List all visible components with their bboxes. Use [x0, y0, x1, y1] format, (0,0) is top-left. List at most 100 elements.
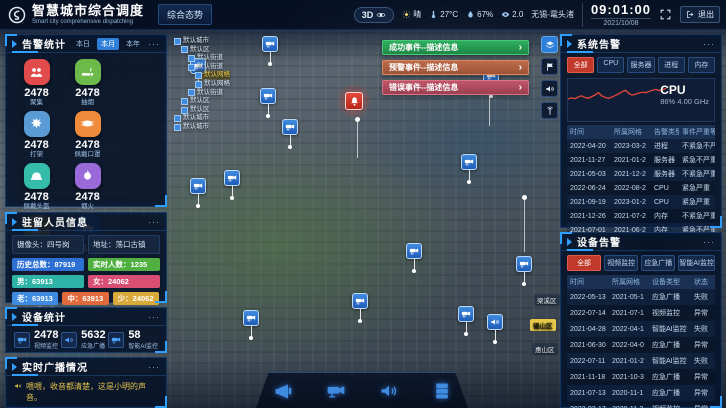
- district-label[interactable]: 梁溪区: [534, 294, 560, 306]
- layer-tree-item[interactable]: 默认街道: [188, 89, 230, 98]
- rail-button[interactable]: [541, 36, 558, 53]
- more-button[interactable]: ···: [148, 362, 160, 372]
- toolbar-button[interactable]: [376, 378, 402, 404]
- system-alarm-row[interactable]: 2021-05-03 2021-12-2 服务器 不紧急严重: [567, 167, 715, 181]
- layer-tree-item[interactable]: 默认区: [181, 97, 230, 106]
- humidity-value: 67%: [477, 10, 493, 19]
- alarm-tile[interactable]: 2478 抽烟: [65, 59, 110, 107]
- map-tool-rail: [541, 36, 558, 119]
- personnel-source-row: 摄像头：四号岗 地址：荡口古镇: [6, 231, 166, 254]
- device-stat[interactable]: 2478 视频监控: [14, 330, 58, 350]
- device-alarm-tab[interactable]: 全部: [567, 255, 601, 271]
- map-marker[interactable]: [406, 243, 422, 273]
- map-marker[interactable]: [224, 170, 240, 200]
- map-marker[interactable]: [260, 88, 276, 118]
- event-toast[interactable]: 预警事件--描述信息 ›: [382, 60, 529, 75]
- marker-foot-dot: [249, 336, 253, 340]
- cell-status: 异常: [691, 308, 715, 318]
- map-marker[interactable]: [352, 293, 368, 323]
- active-alarm-marker[interactable]: [343, 90, 365, 112]
- header-right: 3D 晴 27°C 67% 2.0 无锡-鼋头渚 09:01:00: [354, 3, 726, 27]
- device-alarm-row[interactable]: 2022-07-11 2021-01-2 智能AI监控 失败: [567, 353, 715, 369]
- view-3d-toggle[interactable]: 3D: [354, 7, 395, 23]
- system-alarm-tab[interactable]: 进程: [658, 57, 685, 73]
- toolbar-icon: [432, 381, 452, 401]
- layer-tree-item[interactable]: 默认街道: [188, 54, 230, 63]
- logout-button[interactable]: 退出: [680, 6, 720, 23]
- device-alarm-row[interactable]: 2021-06-30 2022-04-0 应急广播 异常: [567, 337, 715, 353]
- alarm-stats-tab[interactable]: 本月: [97, 38, 119, 50]
- device-icon-box: [61, 332, 77, 348]
- alarm-tile[interactable]: 2478 佩戴口罩: [65, 111, 110, 159]
- rail-button[interactable]: [541, 102, 558, 119]
- toolbar-button[interactable]: [429, 378, 455, 404]
- toolbar-icon: [326, 381, 346, 401]
- map-marker[interactable]: [516, 256, 532, 286]
- alarm-tile-icon-box: [75, 163, 101, 189]
- more-button[interactable]: ···: [148, 217, 160, 227]
- cpu-label: CPU: [660, 84, 709, 97]
- device-alarm-row[interactable]: 2021-07-13 2020-11-1 应急广播 异常: [567, 385, 715, 401]
- toolbar-button[interactable]: [323, 378, 349, 404]
- panel-title: 设备告警: [577, 234, 621, 249]
- device-alarm-row[interactable]: 2022-07-14 2021-07-1 视频监控 异常: [567, 305, 715, 321]
- marker-box: [406, 243, 422, 259]
- layer-tree-item[interactable]: 默认城市: [174, 114, 230, 123]
- system-alarm-row[interactable]: 2021-11-27 2021-01-2 服务器 紧急不严重: [567, 153, 715, 167]
- system-alarm-row[interactable]: 2021-09-19 2023-01-2 CPU 紧急严重: [567, 195, 715, 209]
- event-toast[interactable]: 成功事件--描述信息 ›: [382, 40, 529, 55]
- more-button[interactable]: ···: [703, 237, 715, 247]
- system-alarm-row[interactable]: 2021-12-26 2021-07-2 内存 不紧急严重: [567, 209, 715, 223]
- device-alarm-row[interactable]: 2022-02-17 2020-11-2 视频监控 异常: [567, 401, 715, 408]
- map-marker[interactable]: [487, 314, 503, 344]
- toolbar-button[interactable]: [270, 378, 296, 404]
- marker-icon: [490, 317, 500, 327]
- layer-tree-item[interactable]: 默认城市: [174, 123, 230, 132]
- system-alarm-row[interactable]: 2022-06-24 2022-08-2 CPU 紧急严重: [567, 181, 715, 195]
- system-alarm-row[interactable]: 2022-04-20 2023-03-2 进程 不紧急不严重: [567, 139, 715, 153]
- layer-tree-item[interactable]: 默认网格: [195, 80, 230, 89]
- layer-tree-item[interactable]: 默认区: [181, 46, 230, 55]
- system-alarm-tab[interactable]: 服务器: [627, 57, 654, 73]
- map-marker[interactable]: [282, 119, 298, 149]
- map-marker[interactable]: [458, 306, 474, 336]
- device-alarm-tab[interactable]: 智能AI监控: [678, 255, 715, 271]
- device-alarm-tab[interactable]: 视频监控: [604, 255, 638, 271]
- more-button[interactable]: ···: [148, 39, 160, 49]
- system-alarm-tab[interactable]: 全部: [567, 57, 594, 73]
- map-marker[interactable]: [262, 36, 278, 66]
- rail-button[interactable]: [541, 80, 558, 97]
- device-alarm-row[interactable]: 2021-04-28 2022-04-1 智能AI监控 失败: [567, 321, 715, 337]
- district-label[interactable]: 锡山区: [530, 319, 556, 331]
- map-marker[interactable]: [243, 310, 259, 340]
- alarm-tile[interactable]: 2478 打架: [14, 111, 59, 159]
- layer-tree-item[interactable]: 默认网格: [195, 71, 230, 80]
- device-alarm-row[interactable]: 2022-05-13 2021-05-1 应急广播 失败: [567, 289, 715, 305]
- event-toast-label: 预警事件--描述信息: [389, 62, 458, 73]
- layer-tree-item[interactable]: 默认城市: [174, 37, 230, 46]
- tab-overview[interactable]: 综合态势: [158, 4, 212, 25]
- device-stat[interactable]: 5632 应急广播: [61, 330, 105, 350]
- alarm-tile[interactable]: 2478 佩戴头盔: [14, 163, 59, 211]
- alarm-tile[interactable]: 2478 烟火: [65, 163, 110, 211]
- map-marker[interactable]: [461, 154, 477, 184]
- alarm-stats-tab[interactable]: 本日: [72, 38, 94, 50]
- alarm-tile[interactable]: 2478 聚集: [14, 59, 59, 107]
- alarm-stats-tab[interactable]: 本年: [122, 38, 144, 50]
- marker-box: [260, 88, 276, 104]
- map-marker[interactable]: [190, 178, 206, 208]
- system-alarm-tab[interactable]: 内存: [688, 57, 715, 73]
- app-subtitle: Smart city comprehensive dispatching: [32, 19, 144, 25]
- device-alarm-row[interactable]: 2021-11-18 2021-10-3 应急广播 异常: [567, 369, 715, 385]
- device-stat[interactable]: 58 智能AI监控: [108, 330, 158, 350]
- more-button[interactable]: ···: [703, 39, 715, 49]
- system-alarm-tab[interactable]: CPU: [597, 57, 624, 73]
- device-stats-row: 2478 视频监控 5632 应急广播 58 智: [6, 326, 166, 354]
- device-alarm-tab[interactable]: 应急广播: [641, 255, 675, 271]
- event-toast[interactable]: 错误事件--描述信息 ›: [382, 80, 529, 95]
- panel-system-alarms-header: 系统告警 ···: [561, 35, 721, 53]
- more-button[interactable]: ···: [148, 312, 160, 322]
- district-label[interactable]: 惠山区: [532, 343, 558, 355]
- rail-button[interactable]: [541, 58, 558, 75]
- fullscreen-icon[interactable]: [659, 8, 672, 21]
